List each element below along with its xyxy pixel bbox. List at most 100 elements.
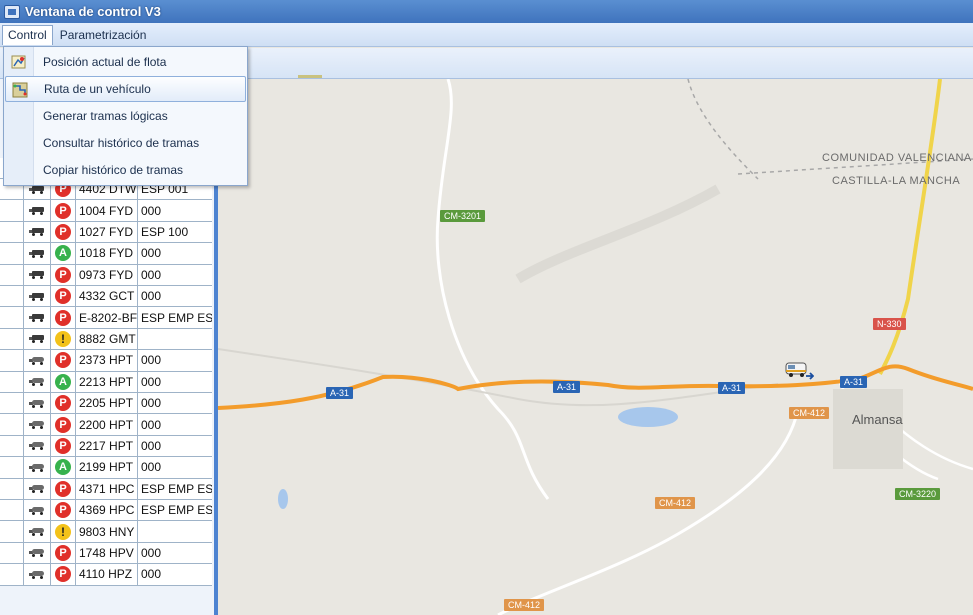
row-selector-cell[interactable] bbox=[0, 307, 24, 328]
truck-icon bbox=[28, 206, 46, 216]
code-cell: ESP EMP ESP bbox=[141, 310, 212, 325]
truck-icon bbox=[28, 249, 46, 258]
row-selector-cell[interactable] bbox=[0, 243, 24, 264]
parked-status-icon: P bbox=[55, 566, 71, 583]
menu-item-generar-tramas[interactable]: Generar tramas lógicas bbox=[5, 103, 246, 129]
vehicle-type-cell bbox=[24, 221, 51, 243]
menu-item-label: Ruta de un vehículo bbox=[44, 82, 151, 96]
status-cell: P bbox=[51, 307, 76, 328]
vehicle-type-cell bbox=[24, 478, 51, 499]
parked-status-icon: P bbox=[55, 502, 71, 519]
road-shield: CM-412 bbox=[655, 497, 696, 509]
table-row[interactable]: P 2217 HPT 000 bbox=[0, 435, 212, 458]
menu-item-ruta-vehiculo[interactable]: Ruta de un vehículo bbox=[5, 76, 246, 102]
row-selector-cell[interactable] bbox=[0, 542, 24, 564]
parked-status-icon: P bbox=[55, 416, 71, 433]
truck-icon bbox=[28, 313, 46, 323]
plate-cell: 4332 GCT bbox=[76, 286, 138, 307]
row-selector-cell[interactable] bbox=[0, 328, 24, 350]
code-cell: ESP EMP ESP bbox=[141, 503, 212, 518]
table-row[interactable]: P 2200 HPT 000 bbox=[0, 414, 212, 436]
row-selector-cell[interactable] bbox=[0, 221, 24, 243]
active-status-icon: A bbox=[55, 373, 71, 390]
code-cell: 000 bbox=[141, 438, 162, 453]
vehicle-type-cell bbox=[24, 286, 51, 307]
warning-status-icon: ! bbox=[55, 523, 71, 540]
vehicle-type-cell bbox=[24, 328, 51, 350]
code-cell: 000 bbox=[141, 267, 162, 282]
code-cell: 000 bbox=[141, 289, 162, 304]
route-icon bbox=[12, 82, 28, 98]
warning-status-icon: ! bbox=[55, 330, 71, 347]
row-selector-cell[interactable] bbox=[0, 414, 24, 435]
table-row[interactable]: P 2373 HPT 000 bbox=[0, 350, 212, 372]
table-row[interactable]: A 2199 HPT 000 bbox=[0, 457, 212, 479]
plate-cell: 4110 HPZ bbox=[76, 564, 138, 585]
row-selector-cell[interactable] bbox=[0, 350, 24, 371]
row-selector-cell[interactable] bbox=[0, 286, 24, 307]
table-row[interactable]: P 4332 GCT 000 bbox=[0, 286, 212, 308]
menu-parametrizacion[interactable]: Parametrización bbox=[55, 25, 152, 45]
row-selector-cell[interactable] bbox=[0, 457, 24, 478]
plate-cell: 1748 HPV bbox=[76, 542, 138, 564]
code-cell: 000 bbox=[141, 203, 162, 218]
menu-control[interactable]: Control bbox=[2, 24, 53, 45]
table-row[interactable]: ! 9803 HNY bbox=[0, 521, 212, 543]
menu-bar: Control Parametrización bbox=[0, 23, 973, 47]
vehicle-marker-icon[interactable] bbox=[784, 359, 814, 381]
menu-item-label: Consultar histórico de tramas bbox=[43, 136, 200, 150]
table-row[interactable]: A 1018 FYD 000 bbox=[0, 243, 212, 265]
table-row[interactable]: A 2213 HPT 000 bbox=[0, 371, 212, 393]
row-selector-cell[interactable] bbox=[0, 564, 24, 585]
row-selector-cell[interactable] bbox=[0, 500, 24, 521]
truck-icon bbox=[28, 185, 46, 194]
plate-cell: 1004 FYD bbox=[76, 200, 138, 221]
truck-icon bbox=[28, 227, 46, 237]
code-cell bbox=[138, 521, 212, 541]
road-shield: A-31 bbox=[718, 382, 746, 394]
plate-cell: 2199 HPT bbox=[76, 457, 138, 478]
row-selector-cell[interactable] bbox=[0, 521, 24, 542]
car-icon bbox=[28, 506, 46, 515]
row-selector-cell[interactable] bbox=[0, 393, 24, 414]
table-row[interactable]: ! 8882 GMT bbox=[0, 328, 212, 351]
menu-item-label: Copiar histórico de tramas bbox=[43, 163, 184, 177]
menu-item-consultar-historico[interactable]: Consultar histórico de tramas bbox=[5, 130, 246, 156]
control-dropdown-menu: Posición actual de flota Ruta de un vehí… bbox=[3, 46, 248, 186]
road-shield: A-31 bbox=[326, 387, 354, 399]
table-row[interactable]: P 1027 FYD ESP 100 bbox=[0, 221, 212, 244]
car-icon bbox=[28, 527, 46, 537]
table-row[interactable]: P 4110 HPZ 000 bbox=[0, 564, 212, 586]
code-cell: 000 bbox=[141, 374, 162, 389]
row-selector-cell[interactable] bbox=[0, 371, 24, 392]
row-selector-cell[interactable] bbox=[0, 200, 24, 221]
code-cell: 000 bbox=[141, 417, 162, 432]
table-row[interactable]: P 4369 HPCESP EMP ESP bbox=[0, 500, 212, 522]
row-selector-cell[interactable] bbox=[0, 264, 24, 285]
plate-cell: 9803 HNY bbox=[76, 521, 138, 542]
vehicle-type-cell bbox=[24, 350, 51, 371]
table-row[interactable]: P 2205 HPT 000 bbox=[0, 393, 212, 415]
vehicle-type-cell bbox=[24, 435, 51, 457]
menu-item-copiar-historico[interactable]: Copiar histórico de tramas bbox=[5, 157, 246, 183]
parked-status-icon: P bbox=[55, 395, 71, 412]
code-cell: 000 bbox=[141, 246, 162, 261]
row-selector-cell[interactable] bbox=[0, 478, 24, 499]
status-cell: P bbox=[51, 200, 76, 221]
plate-cell: 2200 HPT bbox=[76, 414, 138, 435]
plate-cell: 2373 HPT bbox=[76, 350, 138, 371]
table-row[interactable]: P E-8202-BFESP EMP ESP bbox=[0, 307, 212, 329]
car-icon bbox=[28, 399, 46, 408]
toolbar-marker bbox=[298, 75, 322, 78]
table-row[interactable]: P 1748 HPV 000 bbox=[0, 542, 212, 565]
table-row[interactable]: P 1004 FYD 000 bbox=[0, 200, 212, 222]
table-row[interactable]: P 0973 FYD 000 bbox=[0, 264, 212, 286]
map-view[interactable]: CM-3201 N-330 A-31 A-31 A-31 A-31 CM-412… bbox=[218, 79, 973, 615]
row-selector-cell[interactable] bbox=[0, 435, 24, 457]
vehicle-type-cell bbox=[24, 264, 51, 285]
menu-item-posicion-flota[interactable]: Posición actual de flota bbox=[5, 49, 246, 75]
table-row[interactable]: P 4371 HPCESP EMP ESP bbox=[0, 478, 212, 500]
road-shield: A-31 bbox=[553, 381, 581, 393]
parked-status-icon: P bbox=[55, 202, 71, 219]
status-cell: P bbox=[51, 264, 76, 285]
